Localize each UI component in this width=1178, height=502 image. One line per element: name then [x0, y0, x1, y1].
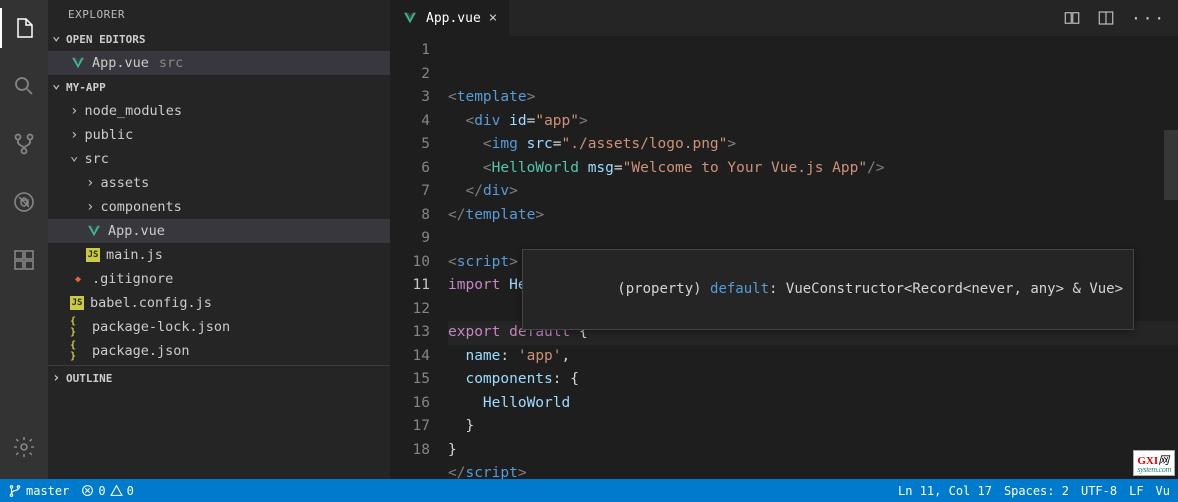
tree-item-label: components — [100, 199, 181, 215]
status-language[interactable]: Vu — [1156, 484, 1170, 498]
code-area[interactable]: <template> <div id="app"> <img src="./as… — [448, 36, 1178, 479]
tree-item--gitignore[interactable]: ◆ .gitignore — [48, 267, 390, 291]
tree-item-label: babel.config.js — [90, 295, 212, 311]
extensions-icon[interactable] — [0, 240, 48, 280]
editor-group: App.vue × ··· 12345678910111213141516171… — [390, 0, 1178, 479]
explorer-icon[interactable] — [0, 8, 48, 48]
code-line[interactable]: </script> — [448, 462, 1178, 479]
minimap-slider[interactable] — [1164, 130, 1178, 200]
sidebar-title: EXPLORER — [48, 0, 390, 27]
code-line[interactable]: </template> — [448, 204, 1178, 228]
status-encoding[interactable]: UTF-8 — [1081, 484, 1117, 498]
source-control-icon[interactable] — [0, 124, 48, 164]
hover-tooltip: (property) default: VueConstructor<Recor… — [522, 249, 1134, 330]
tree-item-app-vue[interactable]: App.vue — [48, 219, 390, 243]
split-editor-icon[interactable] — [1097, 9, 1115, 27]
code-line[interactable]: HelloWorld — [448, 392, 1178, 416]
open-editor-item[interactable]: App.vue src — [48, 51, 390, 75]
tab-actions: ··· — [1063, 0, 1178, 36]
chevron-right-icon — [52, 370, 64, 386]
section-project[interactable]: MY-APP — [48, 75, 390, 99]
js-icon: JS — [70, 296, 84, 310]
settings-icon[interactable] — [0, 427, 48, 467]
code-line[interactable]: } — [448, 415, 1178, 439]
sidebar: EXPLORER OPEN EDITORS App.vue src MY-APP… — [48, 0, 390, 479]
chevron-icon — [86, 199, 94, 215]
code-line[interactable]: name: 'app', — [448, 345, 1178, 369]
tree-item-label: App.vue — [108, 223, 165, 239]
more-icon[interactable]: ··· — [1131, 9, 1166, 28]
code-line[interactable]: <div id="app"> — [448, 110, 1178, 134]
code-line[interactable]: <template> — [448, 86, 1178, 110]
status-spaces[interactable]: Spaces: 2 — [1004, 484, 1069, 498]
tree-item-node-modules[interactable]: node_modules — [48, 99, 390, 123]
tab-app-vue[interactable]: App.vue × — [390, 0, 510, 36]
vue-icon — [86, 223, 102, 239]
chevron-icon — [70, 127, 78, 143]
chevron-down-icon — [52, 31, 64, 47]
section-open-editors[interactable]: OPEN EDITORS — [48, 27, 390, 51]
section-outline[interactable]: OUTLINE — [48, 365, 390, 390]
tree-item-public[interactable]: public — [48, 123, 390, 147]
debug-icon[interactable] — [0, 182, 48, 222]
json-icon: { } — [70, 343, 86, 359]
tree-item-label: package-lock.json — [92, 319, 230, 335]
watermark: GXI网 system.com — [1133, 450, 1175, 476]
chevron-icon — [70, 151, 78, 167]
tree-item-label: package.json — [92, 343, 190, 359]
json-icon: { } — [70, 319, 86, 335]
tree-item-package-lock-json[interactable]: { } package-lock.json — [48, 315, 390, 339]
status-branch[interactable]: master — [8, 484, 69, 498]
vue-icon — [402, 10, 418, 26]
js-icon: JS — [86, 248, 100, 262]
tree-item-package-json[interactable]: { } package.json — [48, 339, 390, 363]
statusbar: master 0 0 Ln 11, Col 17 Spaces: 2 UTF-8… — [0, 479, 1178, 502]
compare-icon[interactable] — [1063, 9, 1081, 27]
tree-item-label: public — [84, 127, 133, 143]
status-eol[interactable]: LF — [1129, 484, 1143, 498]
tabs: App.vue × ··· — [390, 0, 1178, 36]
status-problems[interactable]: 0 0 — [81, 484, 133, 498]
tree-item-label: main.js — [106, 247, 163, 263]
editor[interactable]: 123456789101112131415161718 <template> <… — [390, 36, 1178, 479]
close-icon[interactable]: × — [489, 10, 497, 26]
chevron-down-icon — [52, 79, 64, 95]
tree-item-label: assets — [100, 175, 149, 191]
gutter: 123456789101112131415161718 — [390, 36, 448, 479]
tree-item-babel-config-js[interactable]: JS babel.config.js — [48, 291, 390, 315]
code-line[interactable] — [448, 227, 1178, 251]
code-line[interactable]: <HelloWorld msg="Welcome to Your Vue.js … — [448, 157, 1178, 181]
code-line[interactable]: components: { — [448, 368, 1178, 392]
search-icon[interactable] — [0, 66, 48, 106]
tree-item-main-js[interactable]: JS main.js — [48, 243, 390, 267]
chevron-icon — [86, 175, 94, 191]
tree-item-label: src — [84, 151, 108, 167]
code-line[interactable]: <img src="./assets/logo.png"> — [448, 133, 1178, 157]
tree-item-assets[interactable]: assets — [48, 171, 390, 195]
vue-icon — [70, 55, 86, 71]
activity-bar — [0, 0, 48, 479]
chevron-icon — [70, 103, 78, 119]
tree-item-label: .gitignore — [92, 271, 173, 287]
tree-item-components[interactable]: components — [48, 195, 390, 219]
tree-item-src[interactable]: src — [48, 147, 390, 171]
code-line[interactable]: </div> — [448, 180, 1178, 204]
git-icon: ◆ — [70, 271, 86, 287]
tree-item-label: node_modules — [84, 103, 182, 119]
status-cursor[interactable]: Ln 11, Col 17 — [898, 484, 992, 498]
code-line[interactable]: } — [448, 439, 1178, 463]
